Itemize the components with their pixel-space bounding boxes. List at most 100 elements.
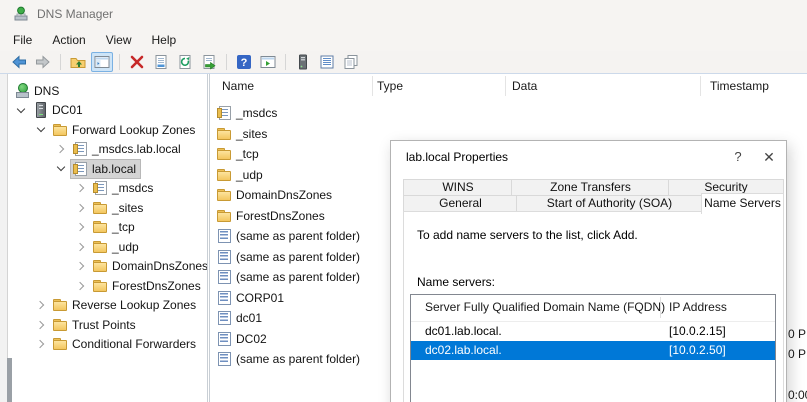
record-icon: [216, 228, 232, 244]
lab-local-properties-dialog: lab.local Properties ? ✕ WINS Zone Trans…: [390, 140, 787, 402]
tree-item-forestdnszones[interactable]: ForestDnsZones: [12, 276, 207, 296]
tree-item-msdcs-lab-local[interactable]: _msdcs.lab.local: [12, 140, 207, 160]
folder-icon: [52, 336, 68, 352]
folder-icon: [92, 219, 108, 235]
menu-file[interactable]: File: [3, 29, 42, 51]
toolbar-separator: [226, 54, 227, 70]
server-button[interactable]: [292, 52, 314, 72]
column-header-name[interactable]: Name: [222, 79, 254, 93]
zone-icon: [216, 105, 232, 121]
chevron-right-icon[interactable]: [32, 315, 50, 335]
name-servers-tab-page: To add name servers to the list, click A…: [403, 211, 784, 402]
notes-button[interactable]: [316, 52, 338, 72]
ns-column-separator[interactable]: [660, 297, 661, 318]
tab-zone-transfers[interactable]: Zone Transfers: [511, 179, 670, 196]
tree-item-reverse-lookup-zones[interactable]: Reverse Lookup Zones: [12, 296, 207, 316]
chevron-right-icon[interactable]: [72, 237, 90, 257]
tab-name-servers[interactable]: Name Servers: [701, 193, 784, 214]
column-header-type[interactable]: Type: [377, 79, 403, 93]
tab-general[interactable]: General: [403, 195, 518, 212]
chevron-down-icon[interactable]: [32, 120, 50, 140]
menu-view[interactable]: View: [96, 29, 142, 51]
chevron-right-icon[interactable]: [52, 140, 70, 160]
chevron-down-icon[interactable]: [12, 101, 30, 121]
tree-item-dc01[interactable]: DC01: [12, 101, 207, 121]
tree-item-lab-local[interactable]: lab.local: [12, 159, 207, 179]
tree-item-tcp[interactable]: _tcp: [12, 218, 207, 238]
tree-item-trust-points[interactable]: Trust Points: [12, 315, 207, 335]
ns-row-dc02[interactable]: dc02.lab.local. [10.0.2.50]: [411, 341, 775, 360]
console-tree-pane: DNS DC01 Forward Lookup Zones _msdcs.lab…: [12, 74, 208, 402]
list-header: Name Type Data Timestamp: [210, 74, 807, 100]
timestamp-fragment: 0 P: [788, 327, 806, 341]
title-bar: DNS Manager: [0, 0, 807, 29]
chevron-right-icon[interactable]: [72, 218, 90, 238]
ns-list-header: Server Fully Qualified Domain Name (FQDN…: [411, 295, 775, 322]
folder-icon: [216, 146, 232, 162]
name-servers-label: Name servers:: [417, 275, 495, 289]
tree-item-msdcs[interactable]: _msdcs: [12, 179, 207, 199]
record-icon: [216, 310, 232, 326]
delete-button[interactable]: [126, 52, 148, 72]
tab-start-of-authority[interactable]: Start of Authority (SOA): [516, 195, 703, 212]
menu-help[interactable]: Help: [142, 29, 187, 51]
column-separator[interactable]: [700, 76, 701, 96]
folder-icon: [216, 167, 232, 183]
column-separator[interactable]: [372, 76, 373, 96]
tree-item-domaindnszones[interactable]: DomainDnsZones: [12, 257, 207, 277]
dialog-help-button[interactable]: ?: [724, 146, 752, 168]
instruction-text: To add name servers to the list, click A…: [417, 228, 638, 242]
console-window-button[interactable]: [257, 52, 279, 72]
toolbar-separator: [119, 54, 120, 70]
ns-column-fqdn[interactable]: Server Fully Qualified Domain Name (FQDN…: [425, 300, 665, 314]
window-title: DNS Manager: [37, 7, 113, 21]
chevron-down-icon[interactable]: [52, 159, 70, 179]
tree-item-conditional-forwarders[interactable]: Conditional Forwarders: [12, 335, 207, 355]
zone-icon: [72, 141, 88, 157]
dns-app-icon: [13, 6, 29, 22]
folder-icon: [52, 122, 68, 138]
list-row[interactable]: _msdcs: [210, 103, 807, 124]
chevron-right-icon[interactable]: [32, 296, 50, 316]
chevron-right-icon[interactable]: [72, 257, 90, 277]
column-header-timestamp[interactable]: Timestamp: [710, 79, 769, 93]
ns-row-dc01[interactable]: dc01.lab.local. [10.0.2.15]: [411, 322, 775, 341]
folder-icon: [92, 278, 108, 294]
toolbar-separator: [285, 54, 286, 70]
chevron-right-icon[interactable]: [72, 179, 90, 199]
copy-button[interactable]: [340, 52, 362, 72]
refresh-button[interactable]: [174, 52, 196, 72]
record-icon: [216, 249, 232, 265]
timestamp-fragment: 0 P: [788, 347, 806, 361]
tree-selection[interactable]: lab.local: [70, 159, 141, 179]
column-separator[interactable]: [505, 76, 506, 96]
help-button[interactable]: ?: [233, 52, 255, 72]
menu-action[interactable]: Action: [42, 29, 95, 51]
show-console-tree-button[interactable]: [91, 52, 113, 72]
dialog-title: lab.local Properties: [406, 150, 508, 164]
toolbar-separator: [60, 54, 61, 70]
chevron-right-icon[interactable]: [32, 335, 50, 355]
up-one-level-button[interactable]: [67, 52, 89, 72]
chevron-right-icon[interactable]: [72, 276, 90, 296]
tree-item-sites[interactable]: _sites: [12, 198, 207, 218]
record-icon: [216, 269, 232, 285]
name-servers-listbox: Server Fully Qualified Domain Name (FQDN…: [410, 294, 776, 402]
tab-wins[interactable]: WINS: [403, 179, 513, 196]
record-icon: [216, 331, 232, 347]
tree-item-forward-lookup-zones[interactable]: Forward Lookup Zones: [12, 120, 207, 140]
properties-button[interactable]: [150, 52, 172, 72]
ns-column-ip[interactable]: IP Address: [669, 300, 727, 314]
folder-icon: [52, 297, 68, 313]
folder-icon: [92, 239, 108, 255]
back-button[interactable]: [8, 52, 30, 72]
dialog-close-button[interactable]: ✕: [755, 146, 783, 168]
export-list-button[interactable]: [198, 52, 220, 72]
tree-item-udp[interactable]: _udp: [12, 237, 207, 257]
column-header-data[interactable]: Data: [512, 79, 537, 93]
tree-item-dns-root[interactable]: DNS: [12, 81, 207, 101]
dns-manager-window: DNS Manager File Action View Help: [0, 0, 807, 402]
svg-text:?: ?: [241, 57, 248, 69]
chevron-right-icon[interactable]: [72, 198, 90, 218]
forward-button[interactable]: [32, 52, 54, 72]
